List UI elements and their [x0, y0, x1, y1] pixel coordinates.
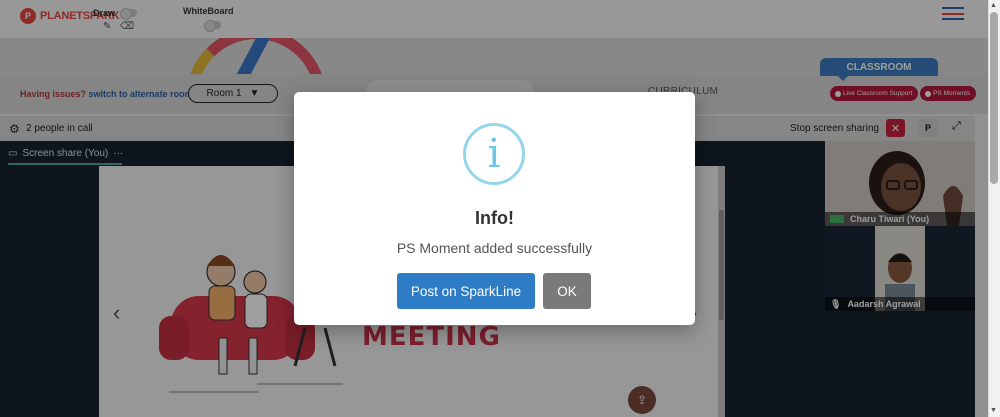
info-glyph: i: [487, 131, 501, 177]
modal-message: PS Moment added successfully: [396, 240, 593, 256]
info-icon: i: [463, 123, 525, 185]
modal-title: Info!: [475, 208, 514, 228]
post-on-sparkline-button[interactable]: Post on SparkLine: [397, 273, 535, 309]
ok-button[interactable]: OK: [543, 273, 591, 309]
scroll-up-icon[interactable]: ▲: [990, 2, 997, 9]
page-scrollbar-thumb[interactable]: [990, 12, 998, 184]
info-modal: i Info! PS Moment added successfully Pos…: [294, 92, 695, 325]
scroll-down-icon[interactable]: ▼: [990, 407, 997, 414]
